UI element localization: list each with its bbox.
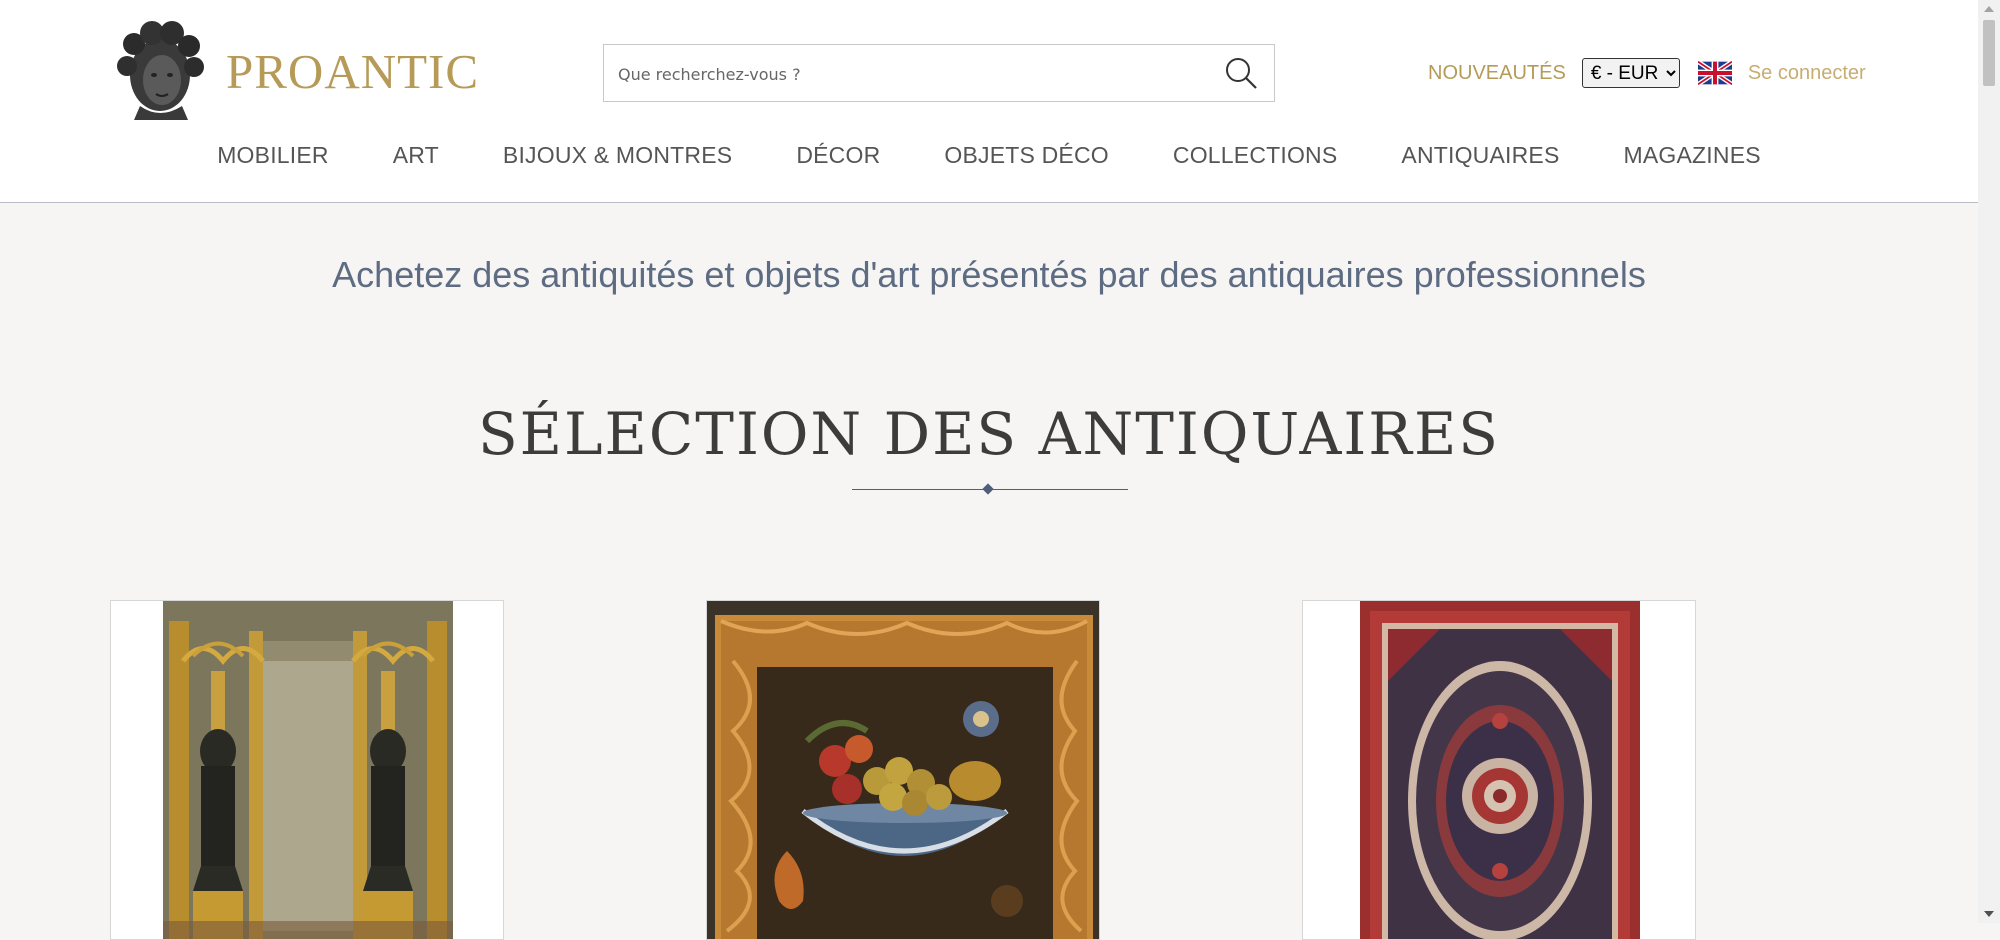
logo-bust-icon	[117, 21, 204, 120]
product-card-1[interactable]	[110, 600, 504, 940]
nav-item-collections[interactable]: COLLECTIONS	[1173, 142, 1338, 186]
scrollbar-thumb[interactable]	[1983, 20, 1995, 86]
product-card-2[interactable]	[706, 600, 1100, 940]
product-card-3[interactable]	[1302, 600, 1696, 940]
search-icon	[1226, 58, 1257, 89]
logo[interactable]: PROANTIC	[110, 20, 479, 122]
nav-item-art[interactable]: ART	[393, 142, 439, 186]
nav-item-magazines[interactable]: MAGAZINES	[1624, 142, 1761, 186]
login-link[interactable]: Se connecter	[1748, 62, 1866, 85]
header-actions: NOUVEAUTÉS € - EUR Se connecter	[1428, 56, 1866, 90]
uk-flag-icon[interactable]	[1697, 61, 1732, 85]
nav-item-mobilier[interactable]: MOBILIER	[217, 142, 329, 186]
search-input[interactable]	[616, 45, 1200, 103]
divider-diamond	[982, 483, 994, 495]
nav-item-decor[interactable]: DÉCOR	[796, 142, 880, 186]
rug-image	[1360, 601, 1640, 939]
candelabra-image	[163, 601, 453, 939]
scroll-up-icon[interactable]	[1984, 6, 1994, 12]
logo-text[interactable]: PROANTIC	[226, 43, 479, 100]
nav-item-objets-deco[interactable]: OBJETS DÉCO	[944, 142, 1109, 186]
page-scrollbar[interactable]	[1978, 0, 2000, 923]
nav-item-antiquaires[interactable]: ANTIQUAIRES	[1401, 142, 1559, 186]
tagline: Achetez des antiquités et objets d'art p…	[332, 254, 1646, 295]
search-button[interactable]	[1208, 45, 1274, 101]
currency-select[interactable]: € - EUR	[1581, 58, 1680, 88]
still-life-painting-image	[707, 601, 1099, 939]
section-title: SÉLECTION DES ANTIQUAIRES	[477, 400, 1501, 468]
site-header: PROANTIC NOUVEAUTÉS € - EUR Se connecter…	[0, 0, 1978, 203]
search-bar	[603, 44, 1275, 103]
nouveautes-link[interactable]: NOUVEAUTÉS	[1428, 62, 1566, 85]
main-nav: MOBILIER ART BIJOUX & MONTRES DÉCOR OBJE…	[0, 142, 1978, 186]
scroll-down-icon[interactable]	[1984, 911, 1994, 917]
nav-item-bijoux-montres[interactable]: BIJOUX & MONTRES	[503, 142, 732, 186]
